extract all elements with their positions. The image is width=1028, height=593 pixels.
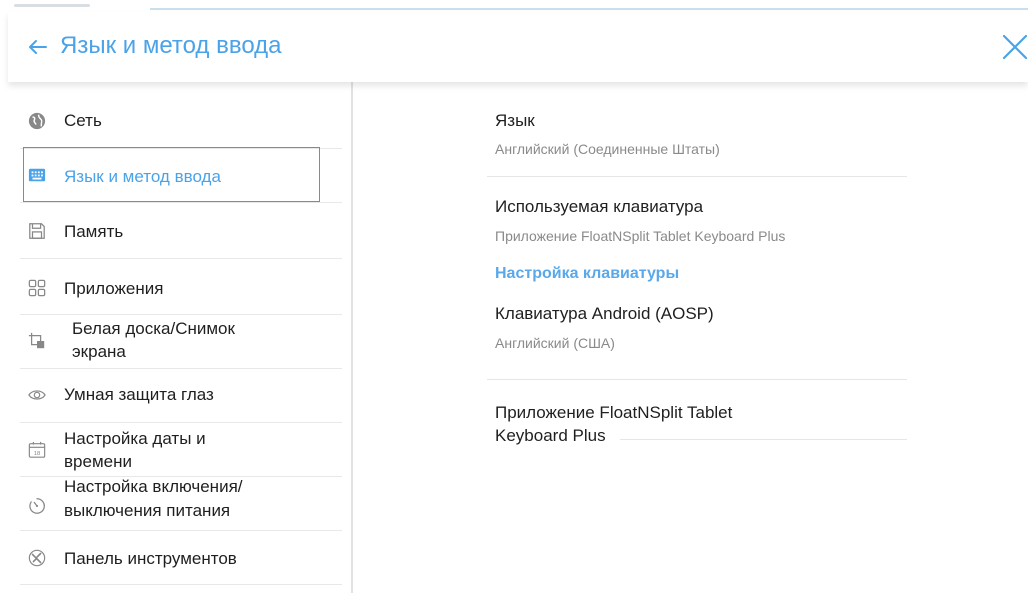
window-tab bbox=[14, 4, 90, 7]
current-keyboard-title[interactable]: Используемая клавиатура bbox=[495, 196, 703, 218]
calendar-day-number: 18 bbox=[34, 451, 41, 457]
arrow-left-icon[interactable] bbox=[28, 39, 48, 55]
timer-icon bbox=[29, 498, 45, 514]
page-title: Язык и метод ввода bbox=[60, 32, 282, 59]
calendar-icon: 18 bbox=[28, 441, 46, 458]
top-window-strip bbox=[0, 0, 1028, 12]
top-accent-line bbox=[150, 8, 1028, 10]
sidebar-item-network[interactable]: Сеть bbox=[20, 94, 342, 149]
close-icon[interactable] bbox=[1002, 34, 1028, 60]
content-divider bbox=[620, 439, 907, 440]
eye-icon bbox=[28, 390, 46, 400]
sidebar-item-eye-protection[interactable]: Умная защита глаз bbox=[20, 368, 342, 423]
sidebar-item-label: Панель инструментов bbox=[64, 549, 237, 568]
tools-icon bbox=[28, 549, 46, 567]
save-icon bbox=[29, 223, 45, 239]
sidebar-item-date-time[interactable]: 18 Настройка даты и времени bbox=[20, 422, 342, 477]
sidebar-item-label: Приложения bbox=[64, 279, 164, 298]
keyboard-aosp-title[interactable]: Клавиатура Android (AOSP) bbox=[495, 303, 714, 325]
apps-grid-icon bbox=[28, 279, 46, 297]
keyboard-floatnsplit-title-line2[interactable]: Keyboard Plus bbox=[495, 425, 606, 447]
sidebar-item-whiteboard-screenshot[interactable]: Белая доска/Снимок экрана bbox=[20, 314, 342, 369]
content-divider bbox=[487, 176, 907, 177]
sidebar-item-label-line1: Белая доска/Снимок bbox=[72, 319, 235, 338]
sidebar-item-label-line1: Настройка даты и bbox=[64, 429, 206, 448]
sidebar-item-label: Память bbox=[64, 222, 124, 241]
keyboard-settings-header: Настройка клавиатуры bbox=[495, 265, 680, 282]
sidebar-item-label-line1: Настройка включения/ bbox=[64, 477, 243, 496]
selection-highlight bbox=[23, 147, 320, 202]
sidebar-item-label: Сеть bbox=[64, 111, 102, 130]
sidebar-item-label-line2: экрана bbox=[72, 342, 126, 361]
sidebar-item-label: Умная защита глаз bbox=[64, 385, 214, 404]
sidebar-item-apps[interactable]: Приложения bbox=[20, 258, 342, 315]
current-keyboard-value: Приложение FloatNSplit Tablet Keyboard P… bbox=[495, 228, 786, 244]
globe-icon bbox=[28, 112, 46, 130]
sidebar-item-label-line2: времени bbox=[64, 452, 132, 471]
header-bar: Язык и метод ввода bbox=[8, 12, 1028, 82]
sidebar-item-label-line2: выключения питания bbox=[64, 501, 231, 520]
language-title[interactable]: Язык bbox=[495, 110, 535, 132]
content-divider bbox=[487, 379, 907, 380]
keyboard-floatnsplit-title-line1[interactable]: Приложение FloatNSplit Tablet bbox=[495, 402, 732, 424]
language-value: Английский (Соединенные Штаты) bbox=[495, 141, 720, 157]
keyboard-aosp-language: Английский (США) bbox=[495, 335, 615, 351]
sidebar-item-power-schedule[interactable]: Настройка включения/ выключения питания bbox=[20, 476, 342, 531]
crop-icon bbox=[28, 332, 45, 349]
sidebar-item-storage[interactable]: Память bbox=[20, 202, 342, 259]
sidebar-item-toolbar[interactable]: Панель инструментов bbox=[20, 530, 342, 585]
sidebar-divider bbox=[351, 82, 353, 593]
